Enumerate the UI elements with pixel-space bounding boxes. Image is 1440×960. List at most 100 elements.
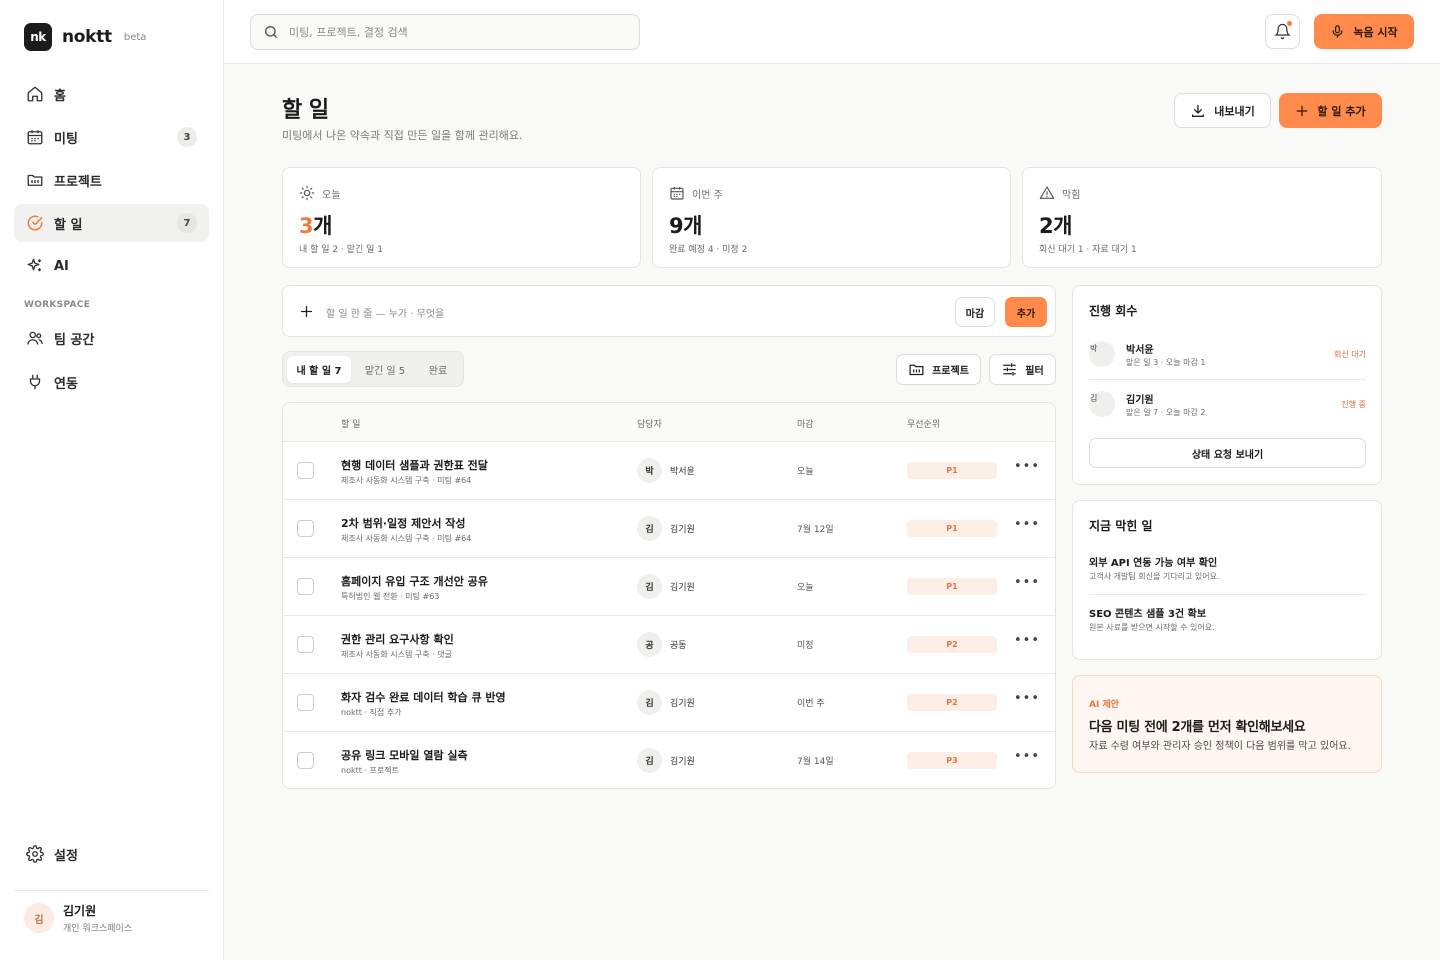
stat-card-blocked[interactable]: 막힘 2개 회신 대기 1 · 자료 대기 1 — [1022, 167, 1382, 268]
table-row[interactable]: 화자 검수 완료 데이터 학습 큐 반영 noktt · 직접 추가 김 김기원… — [283, 674, 1055, 732]
notifications-button[interactable] — [1265, 14, 1300, 49]
more-icon[interactable]: ••• — [1014, 691, 1040, 706]
stat-card-this-week[interactable]: 이번 주 9개 완료 예정 4 · 미정 2 — [652, 167, 1011, 268]
sliders-icon — [1001, 361, 1025, 378]
stat-unit: 개 — [313, 214, 332, 238]
column-header-todo[interactable]: 할 일 — [341, 417, 360, 430]
sidebar-item-integrations[interactable]: 연동 — [14, 363, 209, 401]
todo-title[interactable]: 홈페이지 유입 구조 개선안 공유 — [341, 573, 488, 589]
table-row[interactable]: 공유 링크 모바일 열람 실측 noktt · 프로젝트 김 김기원 7월 14… — [283, 732, 1055, 788]
more-icon[interactable]: ••• — [1014, 459, 1040, 474]
calendar-icon — [25, 127, 45, 147]
request-status-button[interactable]: 상태 요청 보내기 — [1089, 438, 1366, 468]
start-recording-button[interactable]: 녹음 시작 — [1314, 14, 1414, 49]
sidebar-item-team-space[interactable]: 팀 공간 — [14, 319, 209, 357]
more-icon[interactable]: ••• — [1014, 575, 1040, 590]
stat-card-today[interactable]: 오늘 3개 내 할 일 2 · 맡긴 일 1 — [282, 167, 641, 268]
sidebar: nk noktt beta 홈 미팅 3 프로젝트 할 일 7 AI WORKS… — [0, 0, 224, 960]
todo-owner: 김기원 — [670, 525, 695, 535]
blocked-panel-title: 지금 막힌 일 — [1089, 519, 1153, 533]
stat-value: 9개 — [669, 210, 702, 240]
page-title: 할 일 — [282, 98, 329, 123]
todo-title[interactable]: 2차 범위·일정 제안서 작성 — [341, 515, 466, 531]
todo-meta: 제조사 사동화 시스템 구축 · 미팅 #64 — [341, 534, 472, 543]
tab-delegated[interactable]: 맡긴 일 5 — [357, 356, 413, 383]
todo-meta: 제조사 사동화 시스템 구축 · 댓글 — [341, 650, 452, 659]
person-status: 진행 중 — [1341, 400, 1366, 409]
warning-icon — [1039, 185, 1062, 201]
todo-checkbox[interactable] — [297, 636, 314, 653]
filter-button[interactable]: 필터 — [989, 354, 1056, 385]
todo-checkbox[interactable] — [297, 694, 314, 711]
more-icon[interactable]: ••• — [1014, 749, 1040, 764]
column-header-priority[interactable]: 우선순위 — [907, 417, 940, 430]
avatar: 김 — [637, 748, 662, 773]
todo-owner: 공동 — [670, 641, 687, 651]
todo-title[interactable]: 현행 데이터 샘플과 권한표 전달 — [341, 457, 488, 473]
sidebar-item-label: AI — [54, 258, 69, 274]
person-row[interactable]: 김 김기원 맡은 일 7 · 오늘 마감 2 진행 중 — [1089, 391, 1366, 421]
blocked-item-title[interactable]: 외부 API 연동 가능 여부 확인 — [1089, 554, 1217, 569]
deadline-button[interactable]: 마감 — [955, 297, 995, 327]
stat-label: 오늘 — [322, 189, 341, 201]
todo-checkbox[interactable] — [297, 752, 314, 769]
table-row[interactable]: 현행 데이터 샘플과 권한표 전달 제조사 사동화 시스템 구축 · 미팅 #6… — [283, 442, 1055, 500]
column-header-due[interactable]: 마감 — [797, 417, 814, 430]
ai-suggestion-body: 자료 수령 여부와 관리자 승인 정책이 다음 범위를 막고 있어요. — [1089, 741, 1351, 752]
table-row[interactable]: 홈페이지 유입 구조 개선안 공유 특허법인 웹 전환 · 미팅 #63 김 김… — [283, 558, 1055, 616]
table-row[interactable]: 권한 관리 요구사항 확인 제조사 사동화 시스템 구축 · 댓글 공 공동 미… — [283, 616, 1055, 674]
sidebar-item-meetings[interactable]: 미팅 3 — [14, 118, 209, 156]
sidebar-item-projects[interactable]: 프로젝트 — [14, 161, 209, 199]
progress-panel: 진행 회수 박 박서윤 맡은 일 3 · 오늘 마감 1 회신 대기 김 김기원… — [1072, 285, 1382, 485]
blocked-panel: 지금 막힌 일 외부 API 연동 가능 여부 확인 고객사 개발팀 회신을 기… — [1072, 500, 1382, 660]
ai-suggestion-panel[interactable]: AI 제안 다음 미팅 전에 2개를 먼저 확인해보세요 자료 수령 여부와 관… — [1072, 675, 1382, 773]
export-button[interactable]: 내보내기 — [1174, 93, 1271, 128]
blocked-item-detail: 원본 사료를 받으면 시작할 수 있어요. — [1089, 623, 1215, 632]
todo-owner: 김기원 — [670, 699, 695, 709]
export-label: 내보내기 — [1214, 104, 1255, 118]
todo-checkbox[interactable] — [297, 520, 314, 537]
project-filter-button[interactable]: 프로젝트 — [896, 354, 981, 385]
todo-checkbox[interactable] — [297, 578, 314, 595]
blocked-item-detail: 고객사 개발팀 회신을 기다리고 있어요. — [1089, 572, 1220, 581]
brand[interactable]: nk noktt beta — [24, 23, 146, 51]
todo-meta: noktt · 프로젝트 — [341, 766, 399, 775]
more-icon[interactable]: ••• — [1014, 633, 1040, 648]
more-icon[interactable]: ••• — [1014, 517, 1040, 532]
add-todo-button[interactable]: 할 일 추가 — [1279, 93, 1382, 128]
search-input[interactable]: 미팅, 프로젝트, 결정 검색 — [250, 14, 640, 50]
sidebar-item-ai[interactable]: AI — [14, 247, 209, 285]
tab-completed[interactable]: 완료 — [417, 356, 459, 383]
table-row[interactable]: 2차 범위·일정 제안서 작성 제조사 사동화 시스템 구축 · 미팅 #64 … — [283, 500, 1055, 558]
tab-my-todos[interactable]: 내 할 일 7 — [287, 356, 351, 383]
sidebar-item-label: 프로젝트 — [54, 174, 102, 190]
sidebar-divider — [14, 890, 209, 891]
blocked-item-title[interactable]: SEO 콘텐츠 샘플 3건 확보 — [1089, 605, 1206, 620]
filter-label: 필터 — [1025, 366, 1044, 377]
todo-title[interactable]: 화자 검수 완료 데이터 학습 큐 반영 — [341, 689, 506, 705]
avatar: 김 — [1089, 391, 1115, 417]
todo-title[interactable]: 공유 링크 모바일 열람 실측 — [341, 747, 468, 763]
stat-number: 3 — [299, 214, 314, 238]
column-header-owner[interactable]: 담당자 — [637, 417, 662, 430]
avatar: 김 — [24, 903, 54, 933]
gear-icon — [25, 844, 45, 864]
person-status: 회신 대기 — [1334, 350, 1366, 359]
project-filter-label: 프로젝트 — [932, 366, 969, 377]
search-icon — [263, 24, 279, 40]
quick-add-input[interactable]: 할 일 한 줄 — 누가 · 무엇을 — [326, 305, 444, 320]
sidebar-item-home[interactable]: 홈 — [14, 75, 209, 113]
todo-checkbox[interactable] — [297, 462, 314, 479]
sidebar-item-todos[interactable]: 할 일 7 — [14, 204, 209, 242]
stat-label: 막힘 — [1062, 189, 1081, 201]
ai-suggestion-tag: AI 제안 — [1089, 700, 1120, 710]
todo-title[interactable]: 권한 관리 요구사항 확인 — [341, 631, 454, 647]
sidebar-item-label: 팀 공간 — [54, 332, 95, 348]
person-row[interactable]: 박 박서윤 맡은 일 3 · 오늘 마감 1 회신 대기 — [1089, 341, 1366, 371]
user-profile[interactable]: 김 김기원 개인 워크스페이스 — [24, 902, 132, 934]
quick-add-bar[interactable]: 할 일 한 줄 — 누가 · 무엇을 마감 추가 — [282, 285, 1056, 337]
todo-tabs: 내 할 일 7 맡긴 일 5 완료 — [282, 351, 464, 387]
quick-add-submit-button[interactable]: 추가 — [1005, 297, 1047, 327]
todo-table: 할 일 담당자 마감 우선순위 현행 데이터 샘플과 권한표 전달 제조사 사동… — [282, 402, 1056, 789]
sidebar-item-settings[interactable]: 설정 — [14, 835, 209, 873]
